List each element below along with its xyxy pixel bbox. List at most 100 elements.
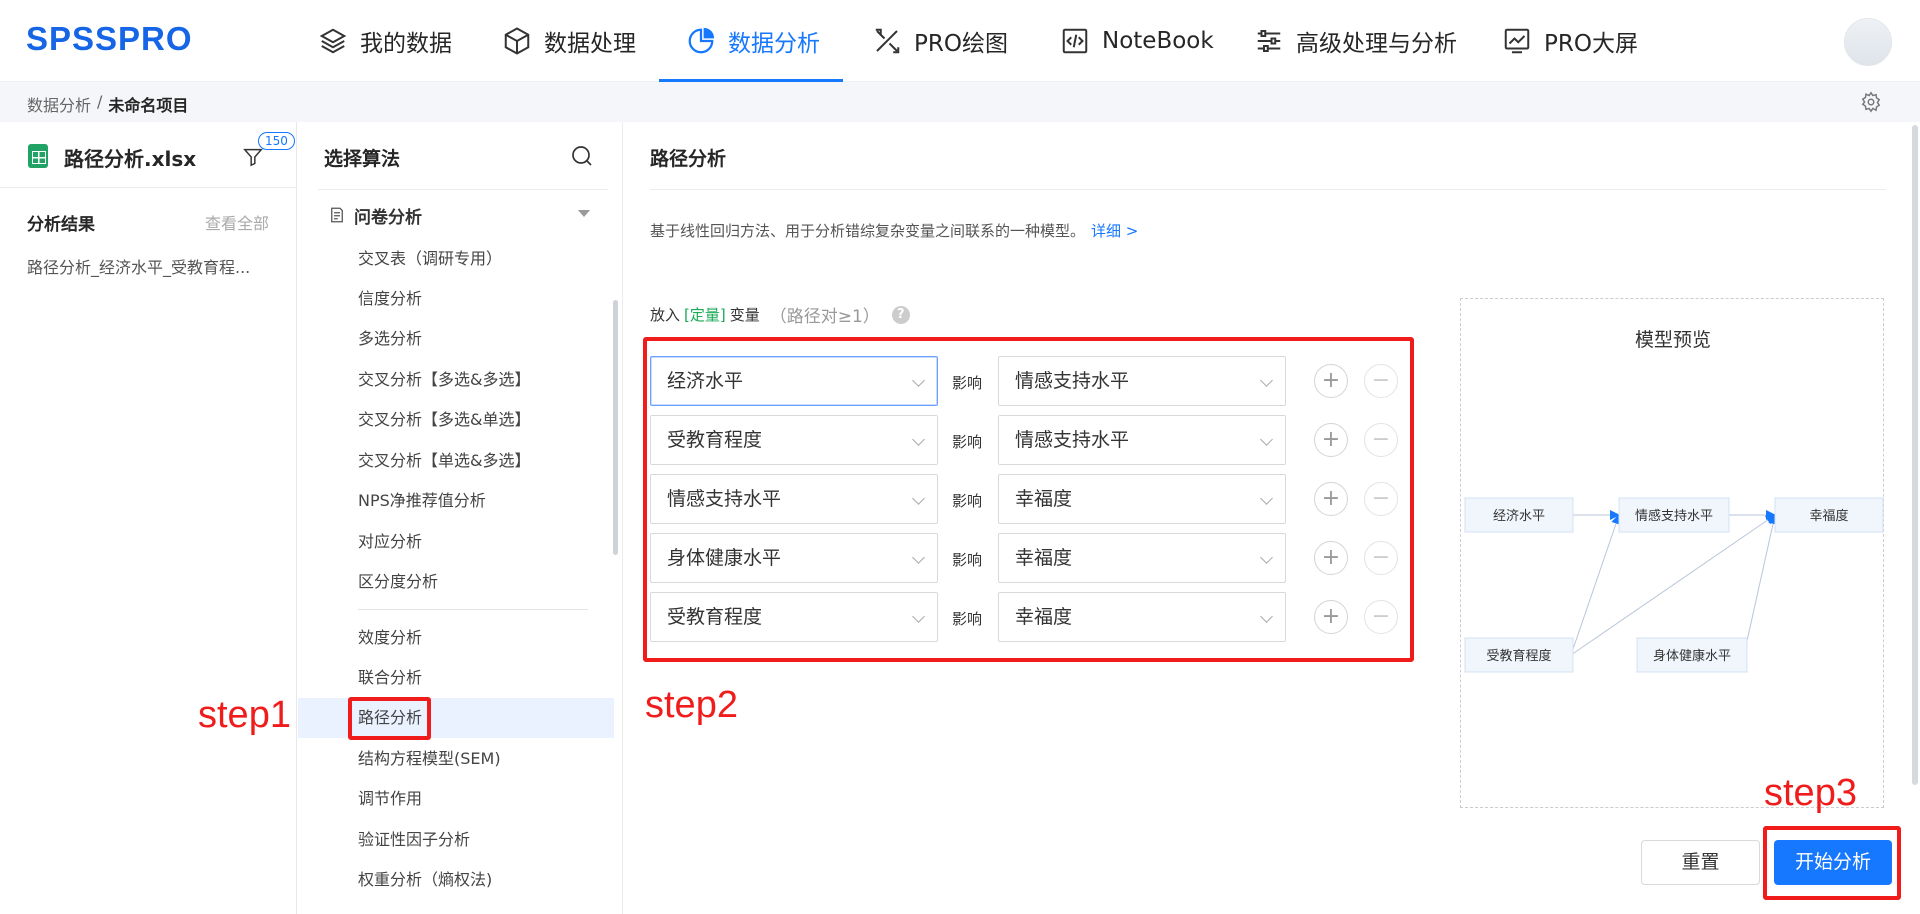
detail-link[interactable]: 详细 > — [1091, 222, 1138, 240]
nav-label: NoteBook — [1102, 28, 1214, 54]
cube-icon — [504, 27, 530, 55]
algo-item[interactable]: 交叉表（调研专用） — [298, 239, 614, 279]
search-icon[interactable] — [570, 144, 594, 168]
group-questionnaire[interactable]: 问卷分析 — [328, 200, 618, 230]
chevron-down-icon — [912, 492, 925, 505]
add-row-button[interactable]: + — [1314, 600, 1348, 634]
nav-pro-drawing[interactable]: PRO绘图 — [872, 0, 1008, 82]
chevron-down-icon — [1260, 374, 1273, 387]
target-select[interactable]: 幸福度 — [998, 592, 1286, 642]
algo-item[interactable]: 多选分析 — [298, 319, 614, 359]
edge — [1746, 514, 1778, 642]
remove-row-button[interactable]: − — [1364, 541, 1398, 575]
page-title: 路径分析 — [650, 148, 727, 170]
nav-label: PRO大屏 — [1544, 31, 1638, 57]
nav-pro-dashboard[interactable]: PRO大屏 — [1502, 0, 1638, 82]
breadcrumb-parent[interactable]: 数据分析 — [27, 92, 91, 116]
gear-icon[interactable] — [1860, 91, 1882, 113]
source-select[interactable]: 受教育程度 — [650, 592, 938, 642]
scrollbar[interactable] — [1912, 125, 1918, 785]
view-all-link[interactable]: 查看全部 — [205, 210, 269, 234]
breadcrumb: 数据分析 / 未命名项目 — [27, 92, 188, 116]
start-analysis-button[interactable]: 开始分析 — [1774, 840, 1892, 885]
node-label: 身体健康水平 — [1653, 648, 1731, 664]
description-text: 基于线性回归方法、用于分析错综复杂变量之间联系的一种模型。 — [650, 222, 1086, 240]
target-select[interactable]: 情感支持水平 — [998, 415, 1286, 465]
model-preview: 模型预览 经济水平 情感支持水平 幸福度 受教育程度 身体健康水平 — [1460, 298, 1884, 808]
algo-item[interactable]: 权重分析（熵权法) — [298, 860, 614, 900]
algo-item[interactable]: 对应分析 — [298, 522, 614, 562]
target-select[interactable]: 幸福度 — [998, 533, 1286, 583]
filter-icon[interactable] — [242, 146, 264, 168]
target-select[interactable]: 情感支持水平 — [998, 356, 1286, 406]
result-item[interactable]: 路径分析_经济水平_受教育程... — [27, 254, 287, 278]
remove-row-button[interactable]: − — [1364, 600, 1398, 634]
algorithm-panel-title: 选择算法 — [324, 148, 401, 170]
algo-item[interactable]: 验证性因子分析 — [298, 820, 614, 860]
step3-label: step3 — [1764, 772, 1857, 814]
file-name: 路径分析.xlsx — [64, 147, 197, 171]
algo-item[interactable]: 联合分析 — [298, 658, 614, 698]
add-row-button[interactable]: + — [1314, 364, 1348, 398]
algo-item[interactable]: 调节作用 — [298, 779, 614, 819]
algo-item[interactable]: 交叉分析【单选&多选】 — [298, 441, 614, 481]
drawing-tools-icon — [875, 28, 900, 54]
algo-item[interactable]: 区分度分析 — [298, 562, 614, 602]
divider — [318, 189, 608, 190]
logo[interactable]: SPSSPRO — [26, 20, 193, 58]
source-select[interactable]: 身体健康水平 — [650, 533, 938, 583]
chevron-down-icon — [912, 610, 925, 623]
algo-item[interactable]: NPS净推荐值分析 — [298, 481, 614, 521]
node-label: 经济水平 — [1493, 509, 1545, 524]
add-row-button[interactable]: + — [1314, 482, 1348, 516]
nav-notebook[interactable]: NoteBook — [1060, 0, 1214, 82]
add-row-button[interactable]: + — [1314, 541, 1348, 575]
nav-advanced[interactable]: 高级处理与分析 — [1254, 0, 1457, 82]
affect-label: 影响 — [952, 492, 983, 510]
algo-item[interactable]: 效度分析 — [298, 618, 614, 658]
algo-item[interactable]: 信度分析 — [298, 279, 614, 319]
var-prefix: 放入 — [650, 306, 681, 324]
target-select[interactable]: 幸福度 — [998, 474, 1286, 524]
source-select[interactable]: 经济水平 — [650, 356, 938, 406]
select-value: 幸福度 — [1015, 547, 1073, 569]
algo-item[interactable]: 交叉分析【多选&多选】 — [298, 360, 614, 400]
nav-label: PRO绘图 — [914, 31, 1008, 57]
nav-my-data[interactable]: 我的数据 — [318, 0, 452, 82]
file-row[interactable]: 路径分析.xlsx 150 — [0, 122, 297, 188]
breadcrumb-bar: 数据分析 / 未命名项目 — [0, 82, 1920, 122]
algo-item-selected[interactable]: 路径分析 — [298, 698, 614, 738]
nav-label: 我的数据 — [360, 31, 452, 57]
filter-count-badge: 150 — [258, 132, 295, 150]
remove-row-button[interactable]: − — [1364, 482, 1398, 516]
breadcrumb-current: 未命名项目 — [108, 96, 189, 115]
algo-item[interactable]: 结构方程模型(SEM) — [298, 739, 614, 779]
chevron-down-icon[interactable] — [578, 210, 590, 217]
select-value: 身体健康水平 — [667, 547, 782, 569]
reset-button[interactable]: 重置 — [1641, 840, 1760, 885]
scrollbar[interactable] — [613, 300, 618, 555]
nav-data-analysis[interactable]: 数据分析 — [686, 0, 820, 82]
source-select[interactable]: 受教育程度 — [650, 415, 938, 465]
source-select[interactable]: 情感支持水平 — [650, 474, 938, 524]
algo-item[interactable]: 交叉分析【多选&单选】 — [298, 400, 614, 440]
add-row-button[interactable]: + — [1314, 423, 1348, 457]
select-value: 情感支持水平 — [667, 488, 782, 510]
nav-label: 数据分析 — [728, 31, 820, 57]
chevron-down-icon — [1260, 551, 1273, 564]
spreadsheet-icon — [28, 144, 48, 168]
divider — [650, 189, 1886, 190]
help-icon[interactable]: ? — [891, 305, 910, 324]
pie-chart-icon — [688, 27, 715, 54]
remove-row-button[interactable]: − — [1364, 423, 1398, 457]
variable-label: 放入 [定量] 变量 （路径对≥1） ? — [650, 302, 910, 327]
select-value: 受教育程度 — [667, 429, 763, 451]
select-value: 经济水平 — [667, 370, 744, 392]
nav-label: 数据处理 — [544, 31, 636, 57]
node-label: 受教育程度 — [1486, 648, 1551, 664]
nav-data-processing[interactable]: 数据处理 — [502, 0, 636, 82]
avatar[interactable] — [1844, 18, 1892, 66]
remove-row-button[interactable]: − — [1364, 364, 1398, 398]
chevron-down-icon — [912, 374, 925, 387]
path-diagram: 经济水平 情感支持水平 幸福度 受教育程度 身体健康水平 — [1464, 497, 1884, 673]
